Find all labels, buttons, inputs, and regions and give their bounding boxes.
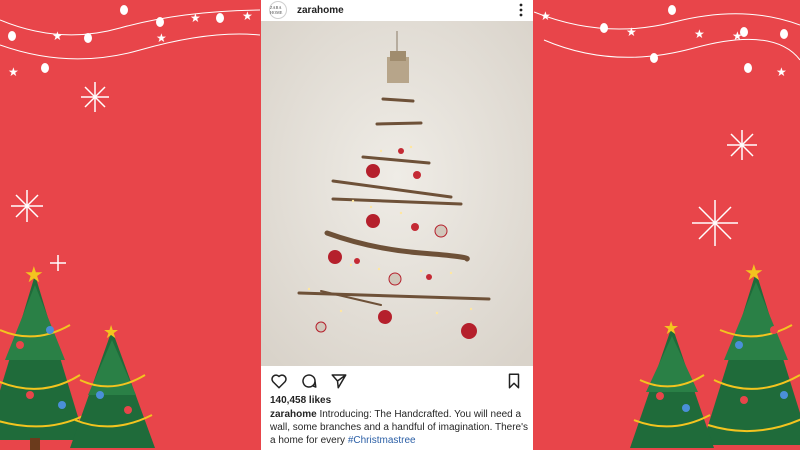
caption-hashtag[interactable]: #Christmastree (348, 435, 416, 446)
svg-text:★: ★ (242, 9, 253, 23)
post-actions (270, 372, 523, 390)
post-image[interactable] (261, 21, 533, 366)
post-caption: zarahome Introducing: The Handcrafted. Y… (270, 408, 528, 447)
svg-text:★: ★ (156, 31, 167, 45)
svg-text:★: ★ (732, 29, 743, 43)
comment-icon[interactable] (300, 372, 318, 390)
post-username[interactable]: zarahome (297, 5, 344, 16)
svg-text:★: ★ (776, 65, 787, 79)
right-christmas-decoration: ★ ★ ★ ★ ★ ★ ★ (534, 5, 800, 448)
svg-text:★: ★ (694, 27, 705, 41)
svg-text:★: ★ (24, 263, 44, 288)
caption-username[interactable]: zarahome (270, 409, 317, 420)
likes-count[interactable]: 140,458 likes (270, 395, 331, 406)
more-options-icon[interactable] (519, 3, 523, 17)
heart-icon[interactable] (270, 372, 288, 390)
svg-text:★: ★ (8, 65, 19, 79)
svg-text:★: ★ (663, 318, 679, 339)
snowflake-icon (11, 82, 109, 271)
svg-text:★: ★ (190, 11, 201, 25)
avatar[interactable]: ZARA HOME (269, 1, 287, 19)
instagram-post: ZARA HOME zarahome 140,458 likes zarahom… (261, 0, 533, 450)
bookmark-icon[interactable] (505, 372, 523, 390)
svg-text:★: ★ (103, 322, 119, 343)
svg-text:★: ★ (744, 261, 764, 286)
svg-text:★: ★ (626, 25, 637, 39)
send-icon[interactable] (330, 372, 348, 390)
post-header: ZARA HOME zarahome (261, 0, 533, 20)
snowflake-icon (692, 130, 757, 246)
svg-text:★: ★ (52, 29, 63, 43)
left-christmas-decoration: ★ ★ ★ ★ ★ ★ ★ (0, 5, 260, 450)
svg-text:★: ★ (540, 9, 551, 23)
